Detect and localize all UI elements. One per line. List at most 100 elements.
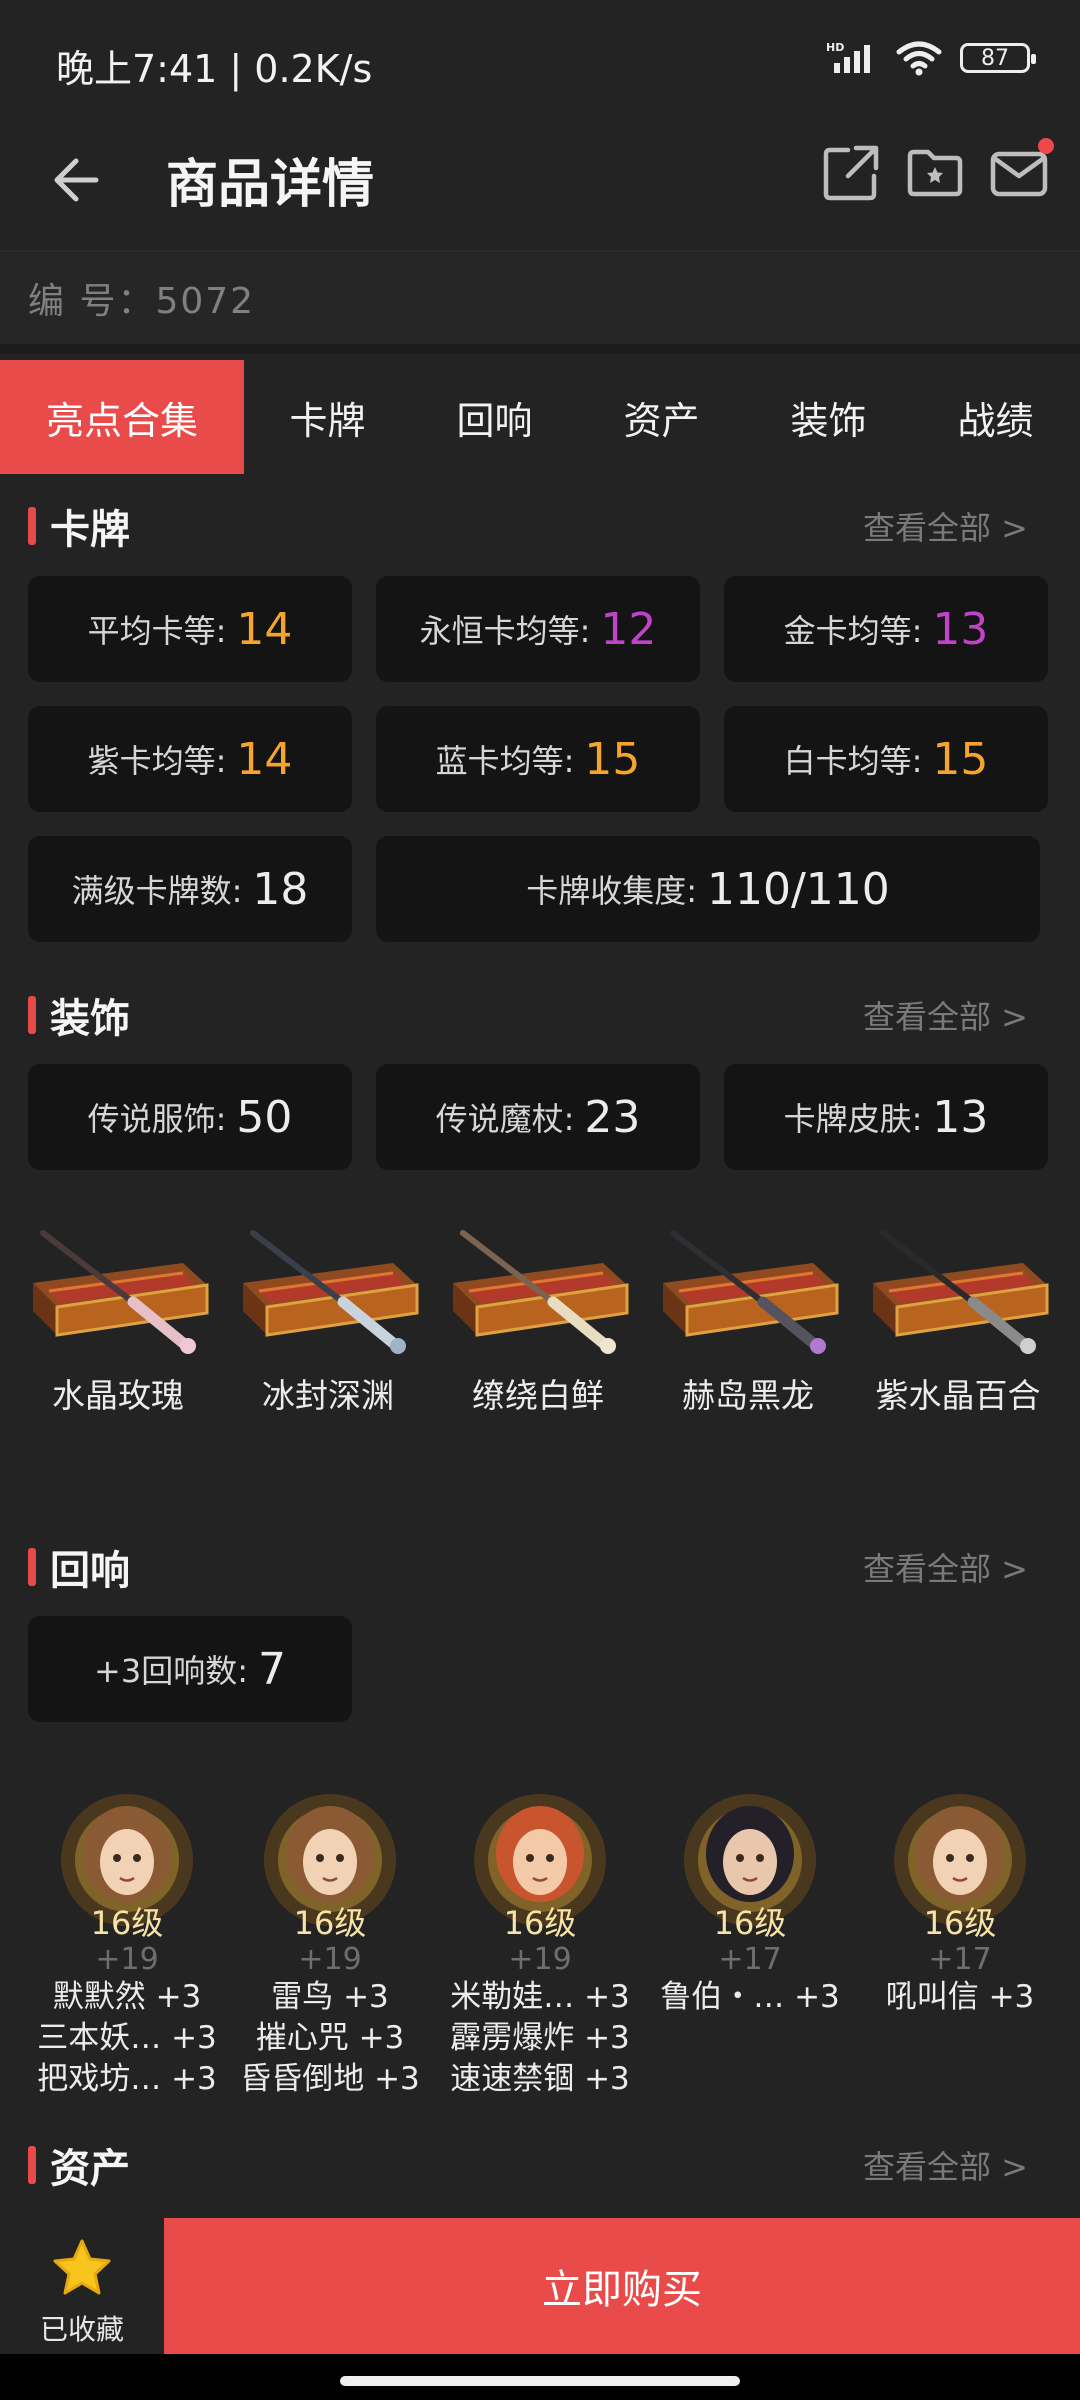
skill-label: 三本妖… +3 [37, 2020, 217, 2056]
stat-value: 13 [932, 1091, 989, 1143]
skill-label: 吼叫信 +3 [885, 1979, 1035, 2015]
skill-label: 把戏坊… +3 [37, 2061, 217, 2097]
section-accent [28, 996, 36, 1034]
bottom-action-bar: 已收藏 立即购买 [0, 2218, 1080, 2354]
wand-name: 缭绕白鲜 [472, 1376, 604, 1415]
echo-character[interactable]: 16级 +19 米勒娃… +3 霹雳爆炸 +3 速速禁锢 +3 [435, 1788, 645, 2100]
tab-decor[interactable]: 装饰 [745, 360, 912, 474]
stat-label: 永恒卡均等: [419, 612, 591, 650]
character-portrait: 16级 [465, 1788, 615, 1942]
skill-label: 米勒娃… +3 [450, 1979, 630, 2015]
share-icon[interactable] [820, 142, 882, 204]
stat-value: 12 [600, 603, 657, 655]
view-all-echo-link[interactable]: 查看全部 > [863, 1544, 1028, 1590]
character-plus-level: +17 [718, 1942, 782, 1977]
echo-character[interactable]: 16级 +17 吼叫信 +3 [855, 1788, 1065, 2018]
skill-label: 摧心咒 +3 [255, 2020, 405, 2056]
wand-box-image [453, 1230, 629, 1354]
echo-character[interactable]: 16级 +17 鲁伯・… +3 [645, 1788, 855, 2018]
stat-value: 14 [236, 603, 293, 655]
stat-label: 金卡均等: [783, 612, 923, 650]
stat-label: 蓝卡均等: [435, 742, 575, 780]
echo-character[interactable]: 16级 +19 默默然 +3 三本妖… +3 把戏坊… +3 [22, 1788, 232, 2100]
skill-label: 昏昏倒地 +3 [240, 2061, 420, 2097]
stat-label: 满级卡牌数: [71, 872, 243, 910]
stat-value: 15 [932, 733, 989, 785]
section-accent [28, 1548, 36, 1586]
section-title: 回响 [50, 1548, 130, 1594]
page-title: 商品详情 [166, 155, 375, 215]
battery-icon: 87 [960, 43, 1036, 73]
tab-cards[interactable]: 卡牌 [244, 360, 411, 474]
stat-label: 传说服饰: [87, 1100, 227, 1138]
wand-name: 水晶玫瑰 [52, 1376, 184, 1415]
tab-echo[interactable]: 回响 [411, 360, 578, 474]
wand-item[interactable]: 赫岛黑龙 [648, 1225, 848, 1417]
favorite-button[interactable]: 已收藏 [0, 2218, 164, 2354]
stat-label: 卡牌皮肤: [783, 1100, 923, 1138]
wand-item[interactable]: 冰封深渊 [228, 1225, 428, 1417]
stat-card: 传说服饰: 50 [28, 1064, 352, 1170]
wand-box-image [663, 1230, 839, 1354]
stat-card: 蓝卡均等: 15 [376, 706, 700, 812]
section-title: 资产 [50, 2146, 130, 2192]
stat-value: 13 [932, 603, 989, 655]
character-portrait: 16级 [675, 1788, 825, 1942]
stat-label: 传说魔杖: [435, 1100, 575, 1138]
character-level: 16级 [293, 1904, 367, 1942]
character-portrait: 16级 [52, 1788, 202, 1942]
tab-highlights[interactable]: 亮点合集 [0, 360, 244, 474]
home-indicator[interactable] [340, 2376, 740, 2386]
skill-label: 默默然 +3 [52, 1979, 202, 2015]
tab-assets[interactable]: 资产 [578, 360, 745, 474]
view-all-assets-link[interactable]: 查看全部 > [863, 2142, 1028, 2188]
stat-card: 卡牌皮肤: 13 [724, 1064, 1048, 1170]
section-accent [28, 2146, 36, 2184]
wand-item[interactable]: 缭绕白鲜 [438, 1225, 638, 1417]
character-plus-level: +19 [508, 1942, 572, 1977]
wand-item[interactable]: 水晶玫瑰 [18, 1225, 218, 1417]
top-bar: 商品详情 [0, 120, 1080, 252]
skill-label: 霹雳爆炸 +3 [450, 2020, 630, 2056]
echo-character[interactable]: 16级 +19 雷鸟 +3 摧心咒 +3 昏昏倒地 +3 [225, 1788, 435, 2100]
wand-box-image [873, 1230, 1049, 1354]
star-icon [53, 2239, 111, 2295]
stat-card: 传说魔杖: 23 [376, 1064, 700, 1170]
assets-section-header: 资产 查看全部 > [0, 2136, 1080, 2196]
status-time: 晚上7:41 | 0.2K/s [56, 47, 373, 91]
top-actions [820, 138, 1054, 204]
tab-records[interactable]: 战绩 [912, 360, 1079, 474]
folder-icon[interactable] [904, 142, 966, 204]
stat-card: 紫卡均等: 14 [28, 706, 352, 812]
notification-dot [1038, 138, 1054, 154]
stat-card: 满级卡牌数: 18 [28, 836, 352, 942]
buy-now-button[interactable]: 立即购买 [164, 2218, 1080, 2354]
character-portrait: 16级 [885, 1788, 1035, 1942]
wand-name: 紫水晶百合 [875, 1376, 1041, 1415]
stat-value: 7 [257, 1643, 286, 1695]
stat-card: 白卡均等: 15 [724, 706, 1048, 812]
stat-card-wide: 卡牌收集度: 110/110 [376, 836, 1040, 942]
wand-item[interactable]: 紫水晶百合 [858, 1225, 1058, 1417]
view-all-cards-link[interactable]: 查看全部 > [863, 503, 1028, 549]
mail-button[interactable] [988, 138, 1054, 204]
wand-box-image [33, 1230, 209, 1354]
view-all-decor-link[interactable]: 查看全部 > [863, 992, 1028, 1038]
wand-name: 冰封深渊 [262, 1376, 394, 1415]
character-level: 16级 [90, 1904, 164, 1942]
section-title: 卡牌 [50, 507, 130, 553]
echo-section-header: 回响 查看全部 > [0, 1538, 1080, 1598]
back-arrow-icon[interactable] [48, 150, 108, 210]
signal-icon: HD [826, 41, 870, 73]
stat-value: 23 [584, 1091, 641, 1143]
status-icons: HD 87 [826, 40, 1036, 76]
section-title: 装饰 [50, 996, 130, 1042]
skill-label: 雷鸟 +3 [271, 1979, 389, 2015]
character-plus-level: +19 [95, 1942, 159, 1977]
skill-label: 速速禁锢 +3 [450, 2061, 630, 2097]
character-level: 16级 [713, 1904, 787, 1942]
stat-label: 白卡均等: [783, 742, 923, 780]
character-portrait: 16级 [255, 1788, 405, 1942]
stat-value: 110/110 [707, 863, 890, 915]
serial-number: 编 号：5072 [28, 281, 256, 322]
